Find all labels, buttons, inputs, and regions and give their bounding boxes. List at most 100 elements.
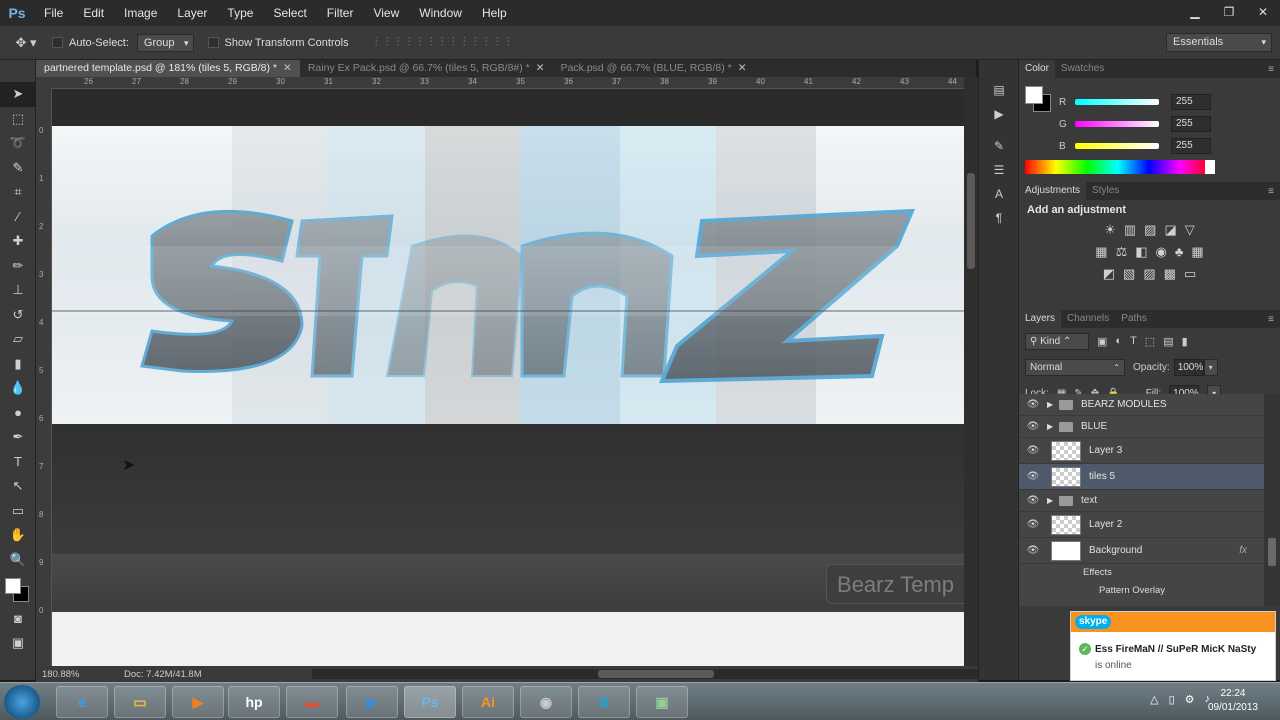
distribute-right-icon[interactable]: ⫶ — [496, 35, 499, 50]
align-hcenter-icon[interactable]: ⫶ — [419, 35, 422, 50]
camtasia-taskbar-icon[interactable]: ▣ — [636, 686, 688, 718]
tab-rainy-ex-pack[interactable]: Rainy Ex Pack.psd @ 66.7% (tiles 5, RGB/… — [300, 60, 553, 77]
distribute-top-icon[interactable]: ⫶ — [441, 35, 444, 50]
layer-layer-3[interactable]: 👁 Layer 3 — [1019, 438, 1265, 464]
vertical-ruler[interactable]: 0 1 2 3 4 5 6 7 8 9 0 — [36, 89, 52, 666]
expand-arrow-icon[interactable]: ▶ — [1047, 422, 1059, 431]
layer-kind-filter[interactable]: ⚲ Kind ⌃ — [1025, 332, 1089, 350]
distribute-left-icon[interactable]: ⫶ — [474, 35, 477, 50]
menu-file[interactable]: File — [34, 0, 73, 26]
align-right-icon[interactable]: ⫶ — [430, 35, 433, 50]
actions-panel-icon[interactable]: ▶ — [979, 102, 1019, 126]
exposure-icon[interactable]: ◪ — [1164, 222, 1176, 238]
blur-tool-icon[interactable]: 💧 — [0, 376, 36, 401]
move-tool-preset-icon[interactable]: ✥ ▾ — [0, 26, 52, 60]
menu-edit[interactable]: Edit — [73, 0, 114, 26]
presentation-app-icon[interactable]: ▬ — [286, 686, 338, 718]
clone-stamp-tool-icon[interactable]: ⊥ — [0, 278, 36, 303]
threshold-icon[interactable]: ▨ — [1143, 266, 1155, 282]
show-transform-checkbox[interactable] — [207, 37, 219, 48]
layer-group-blue[interactable]: 👁 ▶ BLUE — [1019, 416, 1265, 438]
menu-view[interactable]: View — [363, 0, 409, 26]
color-lookup-icon[interactable]: ▦ — [1191, 244, 1203, 260]
visibility-eye-icon[interactable]: 👁 — [1019, 495, 1047, 506]
history-panel-icon[interactable]: ▤ — [979, 78, 1019, 102]
channel-mixer-icon[interactable]: ♣ — [1175, 244, 1184, 260]
crop-tool-icon[interactable]: ⌗ — [0, 180, 36, 205]
brightness-contrast-icon[interactable]: ☀ — [1104, 222, 1116, 238]
tray-expand-icon[interactable]: △ — [1150, 693, 1158, 706]
panel-menu-icon[interactable]: ≡ — [1268, 186, 1280, 197]
skype-notification[interactable]: skype ✓ Ess FireMaN // SuPeR MicK NaSty … — [1070, 611, 1276, 681]
green-value-input[interactable]: 255 — [1171, 116, 1211, 132]
show-transform-toggle[interactable]: Show Transform Controls — [207, 37, 349, 49]
levels-icon[interactable]: ▥ — [1124, 222, 1136, 238]
scroll-thumb[interactable] — [1268, 538, 1276, 566]
tab-pack[interactable]: Pack.psd @ 66.7% (BLUE, RGB/8) * ✕ — [553, 60, 755, 77]
workspace-switcher[interactable]: Essentials — [1166, 33, 1272, 52]
effects-row[interactable]: Effects — [1019, 564, 1265, 582]
hand-tool-icon[interactable]: ✋ — [0, 523, 36, 548]
gradient-tool-icon[interactable]: ▮ — [0, 352, 36, 377]
layer-tiles-5[interactable]: 👁 tiles 5 — [1019, 464, 1265, 490]
canvas-horizontal-scrollbar[interactable] — [312, 669, 992, 679]
brush-tool-icon[interactable]: ✏ — [0, 254, 36, 279]
color-panel-foreground[interactable] — [1025, 86, 1043, 104]
history-brush-tool-icon[interactable]: ↺ — [0, 303, 36, 328]
eyedropper-tool-icon[interactable]: ⁄ — [0, 205, 36, 230]
menu-help[interactable]: Help — [472, 0, 517, 26]
filter-smart-object-icon[interactable]: ▤ — [1163, 335, 1173, 348]
close-tab-icon[interactable]: ✕ — [738, 62, 747, 74]
green-slider[interactable] — [1075, 121, 1159, 127]
zoom-level[interactable]: 180.88% — [36, 669, 84, 680]
layers-scrollbar[interactable] — [1264, 394, 1280, 606]
color-spectrum[interactable] — [1025, 160, 1211, 174]
lasso-tool-icon[interactable]: ➰ — [0, 131, 36, 156]
tab-adjustments[interactable]: Adjustments — [1019, 182, 1087, 200]
align-top-icon[interactable]: ⫶ — [375, 35, 378, 50]
restore-button[interactable]: ❐ — [1212, 0, 1246, 24]
filter-pixel-icon[interactable]: ▣ — [1097, 335, 1107, 348]
menu-layer[interactable]: Layer — [167, 0, 217, 26]
marquee-tool-icon[interactable]: ⬚ — [0, 107, 36, 132]
distribute-bottom-icon[interactable]: ⫶ — [463, 35, 466, 50]
close-tab-icon[interactable]: ✕ — [283, 62, 292, 74]
filter-shape-icon[interactable]: ⬚ — [1145, 335, 1155, 348]
tray-network-icon[interactable]: ⚙ — [1185, 693, 1195, 706]
ruler-corner[interactable] — [36, 77, 52, 89]
gradient-map-icon[interactable]: ▭ — [1184, 266, 1196, 282]
brush-presets-icon[interactable]: ✎ — [979, 134, 1019, 158]
curves-icon[interactable]: ▨ — [1144, 222, 1156, 238]
illustrator-taskbar-icon[interactable]: Ai — [462, 686, 514, 718]
color-swatches[interactable] — [0, 572, 36, 606]
eraser-tool-icon[interactable]: ▱ — [0, 327, 36, 352]
expand-arrow-icon[interactable]: ▶ — [1047, 400, 1059, 409]
pen-tool-icon[interactable]: ✒ — [0, 425, 36, 450]
visibility-eye-icon[interactable]: 👁 — [1019, 471, 1047, 482]
document-size[interactable]: Doc: 7.42M/41.8M — [124, 669, 254, 680]
tab-paths[interactable]: Paths — [1115, 310, 1153, 328]
panel-menu-icon[interactable]: ≡ — [1268, 314, 1280, 325]
tab-layers[interactable]: Layers — [1019, 310, 1062, 328]
visibility-eye-icon[interactable]: 👁 — [1019, 421, 1047, 432]
auto-select-toggle[interactable]: Auto-Select: — [52, 37, 129, 49]
taskbar-clock[interactable]: 22:24 09/01/2013 — [1208, 687, 1258, 715]
type-tool-icon[interactable]: T — [0, 450, 36, 475]
filter-type-icon[interactable]: T — [1130, 335, 1137, 347]
menu-type[interactable]: Type — [217, 0, 263, 26]
distribute-hcenter-icon[interactable]: ⫶ — [485, 35, 488, 50]
blend-mode-dropdown[interactable]: Normal — [1025, 358, 1125, 376]
menu-window[interactable]: Window — [409, 0, 472, 26]
paragraph-panel-icon[interactable]: ¶ — [979, 206, 1019, 230]
properties-panel-icon[interactable]: ☰ — [979, 158, 1019, 182]
auto-align-icon[interactable]: ⫶ — [507, 35, 510, 50]
healing-brush-tool-icon[interactable]: ✚ — [0, 229, 36, 254]
close-button[interactable]: ✕ — [1246, 0, 1280, 24]
align-bottom-icon[interactable]: ⫶ — [397, 35, 400, 50]
layer-group-text[interactable]: 👁 ▶ text — [1019, 490, 1265, 512]
rectangle-tool-icon[interactable]: ▭ — [0, 499, 36, 524]
close-tab-icon[interactable]: ✕ — [536, 62, 545, 74]
scroll-thumb[interactable] — [598, 670, 714, 678]
pattern-overlay-row[interactable]: Pattern Overlay — [1019, 582, 1265, 600]
posterize-icon[interactable]: ▧ — [1123, 266, 1135, 282]
